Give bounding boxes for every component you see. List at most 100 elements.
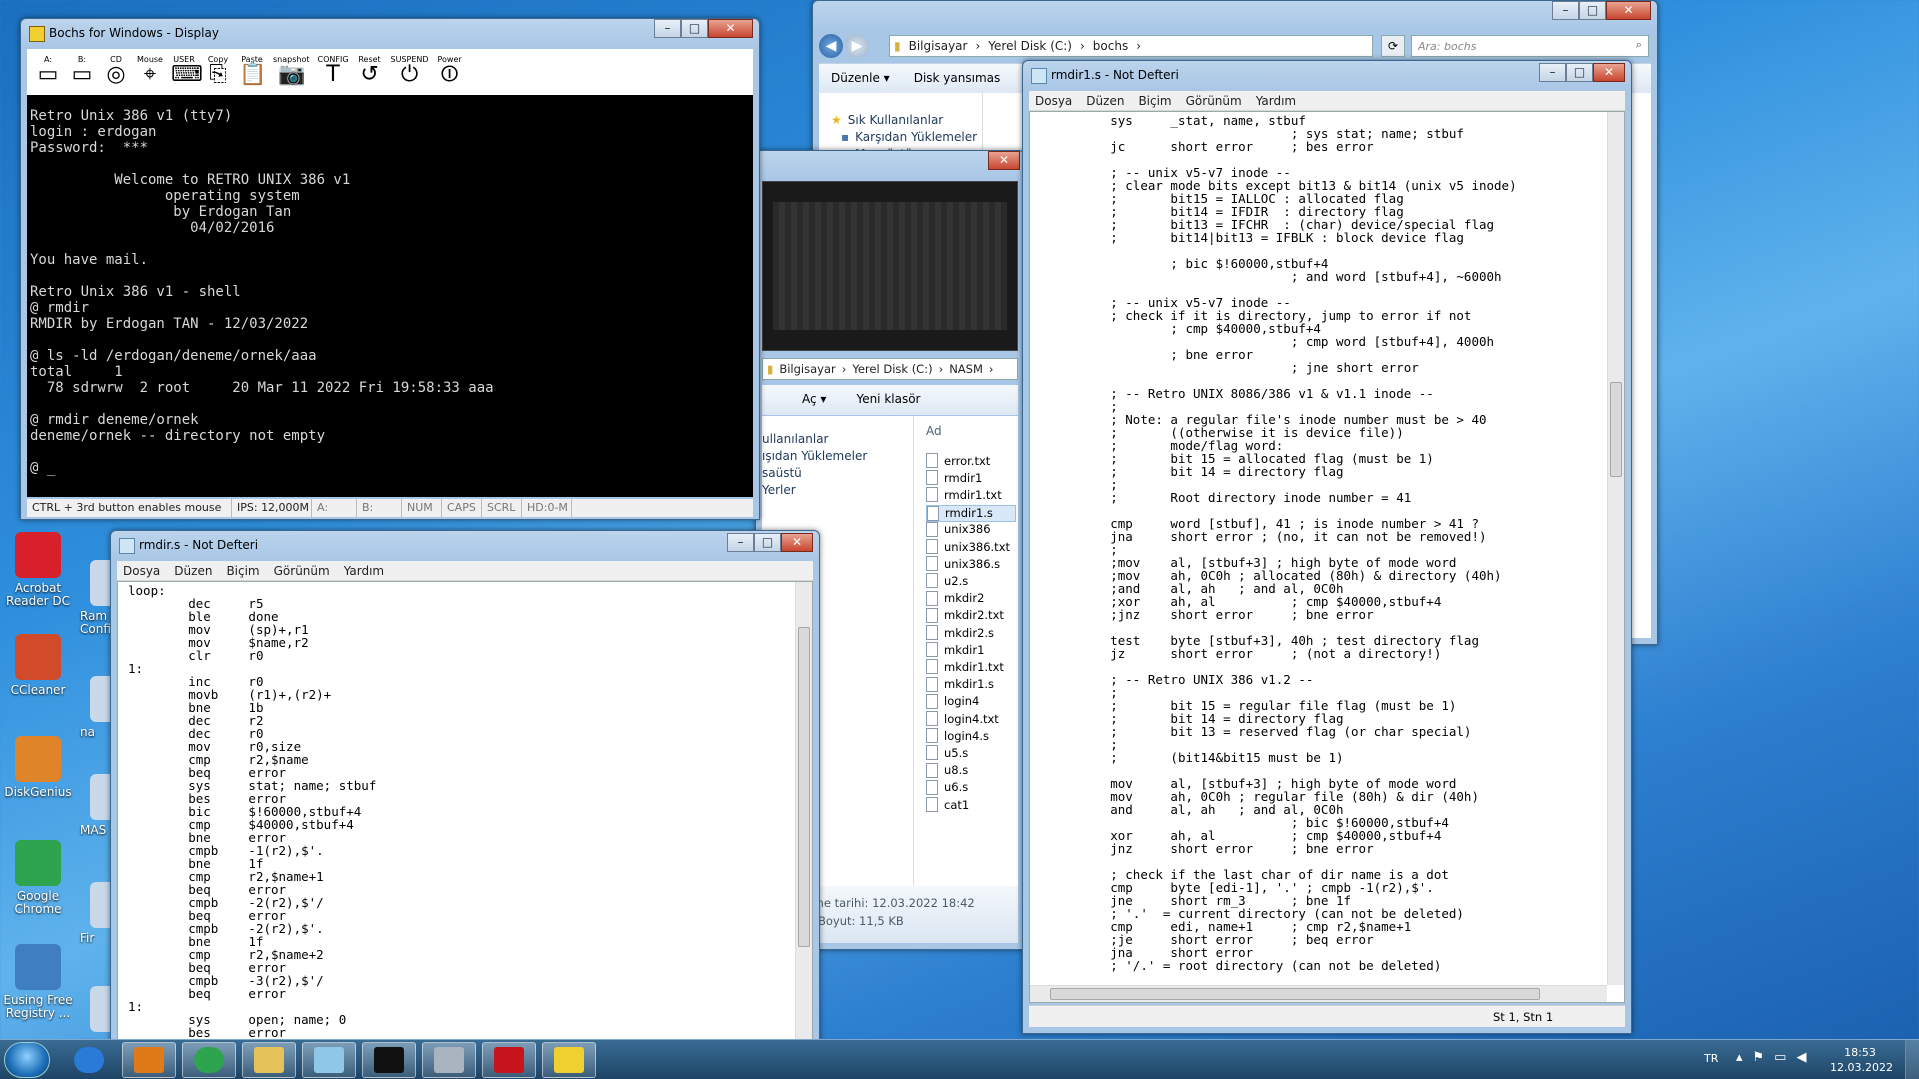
nav-item[interactable]: ullanılanlar <box>762 432 828 446</box>
maximize-button[interactable]: □ <box>754 533 781 552</box>
list-item[interactable]: rmdir1.txt <box>926 487 1002 503</box>
nav-item[interactable]: ▪ Karşıdan Yüklemeler <box>841 130 977 144</box>
taskbar-app-media[interactable] <box>122 1042 176 1078</box>
nav-item[interactable]: ★ Sık Kullanılanlar <box>831 113 943 127</box>
minimize-button[interactable]: – <box>727 533 754 552</box>
vertical-scrollbar[interactable] <box>1607 112 1624 985</box>
desktop-icon[interactable]: Google Chrome <box>0 840 76 916</box>
taskbar-app-ie[interactable] <box>62 1042 116 1078</box>
list-item[interactable]: unix386.txt <box>926 539 1010 554</box>
menu-item[interactable]: Görünüm <box>274 564 330 578</box>
toolbar-button[interactable]: B: ▭ <box>69 55 95 86</box>
list-item[interactable]: login4.txt <box>926 711 999 726</box>
taskbar-app-notepad[interactable] <box>302 1042 356 1078</box>
minimize-button[interactable]: – <box>1539 63 1566 82</box>
address-part[interactable]: Bilgisayar <box>779 362 835 376</box>
start-button[interactable] <box>4 1042 50 1078</box>
list-item[interactable]: error.txt <box>926 453 990 468</box>
address-part[interactable]: bochs <box>1093 39 1128 53</box>
close-button[interactable]: ✕ <box>781 533 813 552</box>
address-part[interactable]: Yerel Disk (C:) <box>988 39 1072 53</box>
menu-item[interactable]: Yardım <box>344 564 384 578</box>
toolbar-button[interactable]: A: ▭ <box>35 55 61 86</box>
close-button[interactable]: ✕ <box>1606 1 1651 20</box>
list-item[interactable]: mkdir1 <box>926 642 984 658</box>
list-item[interactable]: mkdir2.txt <box>926 607 1004 623</box>
text-editor[interactable]: loop: dec r5 ble done mov (sp)+,r1 mov $… <box>117 581 813 1049</box>
desktop-icon[interactable]: CCleaner <box>0 634 76 697</box>
address-part[interactable]: NASM <box>949 362 983 376</box>
desktop-icon[interactable]: Eusing Free Registry ... <box>0 944 76 1020</box>
burn-image-button[interactable]: Disk yansımas <box>914 71 1001 86</box>
toolbar-button[interactable]: SUSPEND ⏻ <box>391 55 429 86</box>
toolbar-button[interactable]: Mouse ⌖ <box>137 55 163 86</box>
desktop-icon[interactable]: na <box>80 676 118 739</box>
list-item[interactable]: cat1 <box>926 797 969 812</box>
search-input[interactable]: Ara: bochs ⌕ <box>1411 35 1649 57</box>
desktop-icon[interactable]: DiskGenius <box>0 736 76 799</box>
toolbar-button[interactable]: CONFIG T <box>318 55 349 86</box>
menu-item[interactable]: Görünüm <box>1186 94 1242 108</box>
close-button[interactable]: ✕ <box>708 19 753 38</box>
list-item[interactable]: mkdir1.txt <box>926 659 1004 675</box>
address-bar[interactable]: ▮ Bilgisayar › Yerel Disk (C:) › NASM › <box>762 358 1018 380</box>
list-item[interactable]: mkdir2.s <box>926 625 994 640</box>
menu-item[interactable]: Düzen <box>1086 94 1124 108</box>
menu-item[interactable]: Düzen <box>174 564 212 578</box>
list-item[interactable]: login4 <box>926 693 979 709</box>
desktop-icon[interactable]: Ram Confi <box>80 560 118 636</box>
taskbar-app-chrome[interactable] <box>182 1042 236 1078</box>
tray-icons[interactable]: ▴⚑▭◀ <box>1736 1050 1816 1065</box>
desktop-icon[interactable]: Acrobat Reader DC <box>0 532 76 608</box>
list-item[interactable]: u5.s <box>926 745 968 761</box>
nav-item[interactable]: ışıdan Yüklemeler <box>762 449 867 463</box>
refresh-button[interactable]: ⟳ <box>1381 35 1405 57</box>
list-item[interactable]: u2.s <box>926 573 968 589</box>
close-button[interactable]: ✕ <box>1593 63 1625 82</box>
back-button[interactable]: ◀ <box>819 34 843 58</box>
menu-item[interactable]: Dosya <box>1035 94 1072 108</box>
list-item[interactable]: login4.s <box>926 728 989 744</box>
maximize-button[interactable]: □ <box>681 19 708 38</box>
list-item[interactable]: rmdir1.s <box>926 504 1016 522</box>
taskbar-app-cmd[interactable] <box>362 1042 416 1078</box>
toolbar-button[interactable]: CD ◎ <box>103 55 129 86</box>
menu-item[interactable]: Dosya <box>123 564 160 578</box>
close-button[interactable]: ✕ <box>988 151 1020 170</box>
clock[interactable]: 18:53 12.03.2022 <box>1830 1045 1893 1075</box>
horizontal-scrollbar[interactable] <box>1030 985 1607 1002</box>
nav-item[interactable]: saüstü <box>762 466 802 480</box>
desktop-icon[interactable]: MAS <box>80 774 118 837</box>
toolbar-button[interactable]: Copy ⎘ <box>205 55 231 86</box>
address-bar[interactable]: ▮ Bilgisayar › Yerel Disk (C:) › bochs › <box>889 35 1373 57</box>
menu-item[interactable]: Biçim <box>226 564 259 578</box>
list-item[interactable]: u8.s <box>926 762 968 778</box>
taskbar-app-acrobat[interactable] <box>482 1042 536 1078</box>
organize-button[interactable]: Düzenle ▾ <box>831 71 890 86</box>
column-header-name[interactable]: Ad <box>926 424 942 438</box>
toolbar-button[interactable]: Reset ↺ <box>357 55 383 86</box>
minimize-button[interactable]: – <box>1552 1 1579 20</box>
list-item[interactable]: unix386 <box>926 521 991 537</box>
open-button[interactable]: Aç ▾ <box>802 392 826 408</box>
new-folder-button[interactable]: Yeni klasör <box>856 392 920 408</box>
toolbar-button[interactable]: Paste 📋 <box>239 55 266 86</box>
list-item[interactable]: mkdir2 <box>926 590 984 606</box>
maximize-button[interactable]: □ <box>1566 63 1593 82</box>
language-indicator[interactable]: TR <box>1704 1052 1718 1065</box>
desktop-icon[interactable]: Fir <box>80 882 118 945</box>
taskbar-app-bochs[interactable] <box>542 1042 596 1078</box>
toolbar-button[interactable]: Power ⏼ <box>437 55 463 86</box>
nav-item[interactable]: Yerler <box>762 483 796 497</box>
maximize-button[interactable]: □ <box>1579 1 1606 20</box>
address-part[interactable]: Bilgisayar <box>909 39 968 53</box>
show-desktop-button[interactable] <box>1905 1040 1919 1079</box>
toolbar-button[interactable]: USER ⌨ <box>171 55 203 86</box>
taskbar-app-explorer[interactable] <box>242 1042 296 1078</box>
text-editor[interactable]: sys _stat, name, stbuf ; sys stat; name;… <box>1029 111 1625 1003</box>
menu-item[interactable]: Biçim <box>1138 94 1171 108</box>
minimize-button[interactable]: – <box>654 19 681 38</box>
list-item[interactable]: unix386.s <box>926 556 1000 572</box>
taskbar-app-calculator[interactable] <box>422 1042 476 1078</box>
list-item[interactable]: mkdir1.s <box>926 676 994 692</box>
